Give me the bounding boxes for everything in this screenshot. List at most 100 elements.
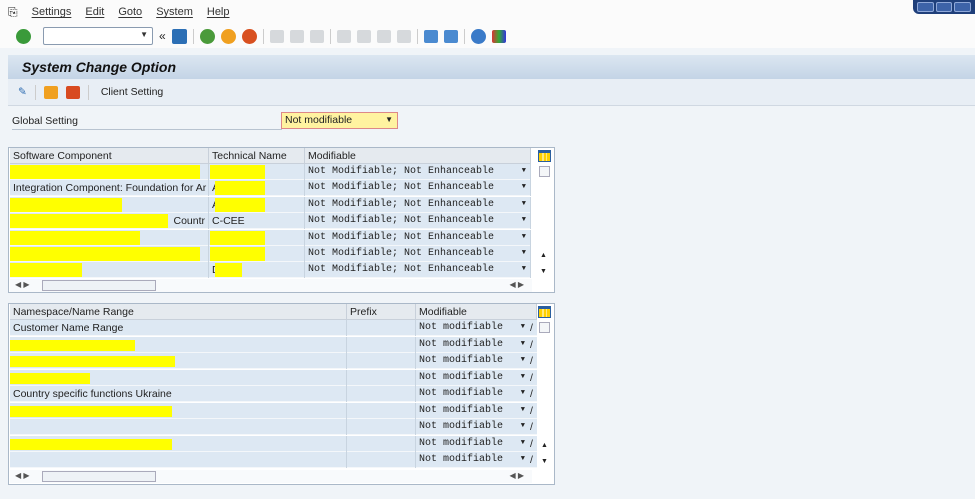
modifiable-select[interactable]: Not Modifiable; Not Enhanceable ▼ bbox=[305, 246, 531, 262]
chevron-down-icon[interactable]: ▼ bbox=[521, 455, 525, 463]
modifiable-select[interactable]: Not modifiable ▼ bbox=[416, 419, 529, 435]
modifiable-select[interactable]: Not modifiable ▼ bbox=[416, 353, 529, 369]
modifiable-select[interactable]: Not modifiable ▼ bbox=[416, 320, 529, 336]
chevron-down-icon[interactable]: ▼ bbox=[521, 340, 525, 348]
modifiable-select[interactable]: Not modifiable ▼ bbox=[416, 337, 529, 353]
scroll-down-icon[interactable]: ▼ bbox=[541, 458, 548, 465]
table-row[interactable]: Integration Component: Foundation for Ar… bbox=[10, 180, 531, 197]
menu-system[interactable]: System bbox=[156, 6, 193, 18]
menu-edit[interactable]: Edit bbox=[85, 6, 104, 18]
table-row[interactable]: Not modifiable ▼ / bbox=[10, 369, 537, 386]
table-row[interactable]: D Not Modifiable; Not Enhanceable▼ bbox=[10, 262, 531, 279]
scroll-up-icon[interactable]: ▲ bbox=[541, 442, 548, 449]
select-all-checkbox[interactable] bbox=[539, 166, 550, 177]
modifiable-select[interactable]: Not Modifiable; Not Enhanceable ▼ bbox=[305, 229, 531, 246]
chevron-down-icon[interactable]: ▼ bbox=[522, 167, 526, 175]
table-row[interactable]: Not modifiable ▼ / bbox=[10, 435, 537, 452]
new-session-icon[interactable] bbox=[423, 29, 438, 43]
namespace-icon[interactable] bbox=[43, 85, 58, 99]
help-icon[interactable] bbox=[470, 28, 486, 44]
modifiable-select[interactable]: Not Modifiable; Not Enhanceable ▼ bbox=[305, 262, 531, 279]
table-row[interactable]: Countr C-CEE Not Modifiable; Not Enhance… bbox=[10, 213, 531, 230]
minimize-button[interactable] bbox=[917, 2, 934, 12]
header-modifiable[interactable]: Modifiable bbox=[416, 304, 537, 320]
back-icon[interactable] bbox=[199, 28, 215, 44]
menu-settings[interactable]: Settings bbox=[32, 6, 72, 18]
header-namespace[interactable]: Namespace/Name Range bbox=[10, 304, 347, 320]
header-software-component[interactable]: Software Component bbox=[10, 148, 209, 164]
first-page-icon[interactable] bbox=[336, 29, 351, 43]
chevron-down-icon[interactable]: ▼ bbox=[522, 183, 526, 191]
header-prefix[interactable]: Prefix bbox=[347, 304, 416, 320]
cancel-icon[interactable] bbox=[241, 28, 257, 44]
header-modifiable[interactable]: Modifiable bbox=[305, 148, 531, 164]
save-icon[interactable] bbox=[171, 28, 187, 44]
chevron-down-icon[interactable]: ▼ bbox=[521, 422, 525, 430]
find-next-icon[interactable] bbox=[309, 29, 324, 43]
modifiable-select[interactable]: Not Modifiable; Not Enhanceable ▼ bbox=[305, 213, 531, 230]
chevron-down-icon[interactable]: ▼ bbox=[521, 389, 525, 397]
slash-cell: / bbox=[530, 338, 533, 351]
table-row[interactable]: Country specific functions Ukraine Not m… bbox=[10, 386, 537, 402]
column-layout-icon[interactable] bbox=[538, 150, 551, 162]
enter-icon[interactable] bbox=[16, 28, 31, 44]
modifiable-select[interactable]: Not Modifiable; Not Enhanceable ▼ bbox=[305, 196, 531, 213]
table-row[interactable]: Not Modifiable; Not Enhanceable ▼ bbox=[10, 229, 531, 246]
prefix-cell bbox=[347, 369, 416, 386]
print-icon[interactable] bbox=[269, 29, 284, 43]
info-icon[interactable] bbox=[65, 85, 80, 99]
table-row[interactable]: Not modifiable ▼ / bbox=[10, 353, 537, 369]
chevron-down-icon[interactable]: ▼ bbox=[521, 406, 525, 414]
chevron-down-icon[interactable]: ▼ bbox=[521, 373, 525, 381]
collapse-icon[interactable]: « bbox=[159, 29, 166, 43]
client-setting-button[interactable]: Client Setting bbox=[101, 86, 163, 98]
modifiable-select[interactable]: Not modifiable ▼ bbox=[416, 436, 529, 452]
modifiable-select[interactable]: Not modifiable ▼ bbox=[416, 452, 529, 468]
chevron-down-icon[interactable]: ▼ bbox=[522, 200, 526, 208]
customize-layout-icon[interactable] bbox=[491, 29, 506, 43]
table-row[interactable]: Not Modifiable; Not Enhanceable ▼ bbox=[10, 164, 531, 180]
horizontal-scrollbar[interactable]: ◀ ▶ ◀ ▶ bbox=[10, 470, 532, 483]
chevron-down-icon[interactable]: ▼ bbox=[521, 323, 525, 331]
table-row[interactable]: Not modifiable ▼ / bbox=[10, 402, 537, 419]
table-row[interactable]: Not modifiable ▼ / bbox=[10, 419, 537, 435]
modifiable-select[interactable]: Not modifiable ▼ bbox=[416, 403, 529, 419]
chevron-down-icon[interactable]: ▼ bbox=[522, 233, 526, 241]
exit-icon[interactable] bbox=[220, 28, 236, 44]
display-change-icon[interactable]: ✎ bbox=[18, 86, 27, 98]
modifiable-select[interactable]: Not modifiable ▼ bbox=[416, 370, 529, 386]
modifiable-value: Not modifiable bbox=[419, 404, 504, 416]
global-setting-select[interactable]: Not modifiable bbox=[281, 112, 398, 129]
menu-goto[interactable]: Goto bbox=[118, 6, 142, 18]
column-layout-icon[interactable] bbox=[538, 306, 551, 318]
chevron-down-icon[interactable]: ▼ bbox=[521, 356, 525, 364]
modifiable-value: Not modifiable bbox=[419, 338, 504, 350]
command-field[interactable] bbox=[43, 27, 153, 45]
scroll-down-icon[interactable]: ▼ bbox=[540, 268, 547, 275]
find-icon[interactable] bbox=[289, 29, 304, 43]
last-page-icon[interactable] bbox=[396, 29, 411, 43]
modifiable-select[interactable]: Not Modifiable; Not Enhanceable ▼ bbox=[305, 180, 531, 197]
table-row[interactable]: Not modifiable ▼ / bbox=[10, 336, 537, 353]
modifiable-select[interactable]: Not Modifiable; Not Enhanceable ▼ bbox=[305, 164, 531, 180]
table-row[interactable]: Customer Name Range Not modifiable ▼ / bbox=[10, 320, 537, 336]
modifiable-select[interactable]: Not modifiable ▼ bbox=[416, 386, 529, 402]
table-row[interactable]: A Not Modifiable; Not Enhanceable▼ bbox=[10, 196, 531, 213]
maximize-button[interactable] bbox=[935, 2, 953, 12]
menu-icon[interactable]: ⎘ bbox=[8, 5, 18, 20]
table-row[interactable]: Not modifiable ▼ / bbox=[10, 452, 537, 468]
menu-help[interactable]: Help bbox=[207, 6, 230, 18]
next-page-icon[interactable] bbox=[376, 29, 391, 43]
scroll-up-icon[interactable]: ▲ bbox=[540, 252, 547, 259]
select-all-checkbox[interactable] bbox=[539, 322, 550, 333]
chevron-down-icon[interactable]: ▼ bbox=[522, 249, 526, 257]
table-row[interactable]: C Not Modifiable; Not Enhanceable▼ bbox=[10, 246, 531, 262]
horizontal-scrollbar[interactable]: ◀ ▶ ◀ ▶ bbox=[10, 279, 532, 292]
chevron-down-icon[interactable]: ▼ bbox=[522, 216, 526, 224]
shortcut-icon[interactable] bbox=[443, 29, 458, 43]
previous-page-icon[interactable] bbox=[356, 29, 371, 43]
chevron-down-icon[interactable]: ▼ bbox=[521, 439, 525, 447]
close-button[interactable] bbox=[954, 2, 972, 12]
chevron-down-icon[interactable]: ▼ bbox=[522, 265, 526, 273]
header-technical-name[interactable]: Technical Name bbox=[209, 148, 305, 164]
